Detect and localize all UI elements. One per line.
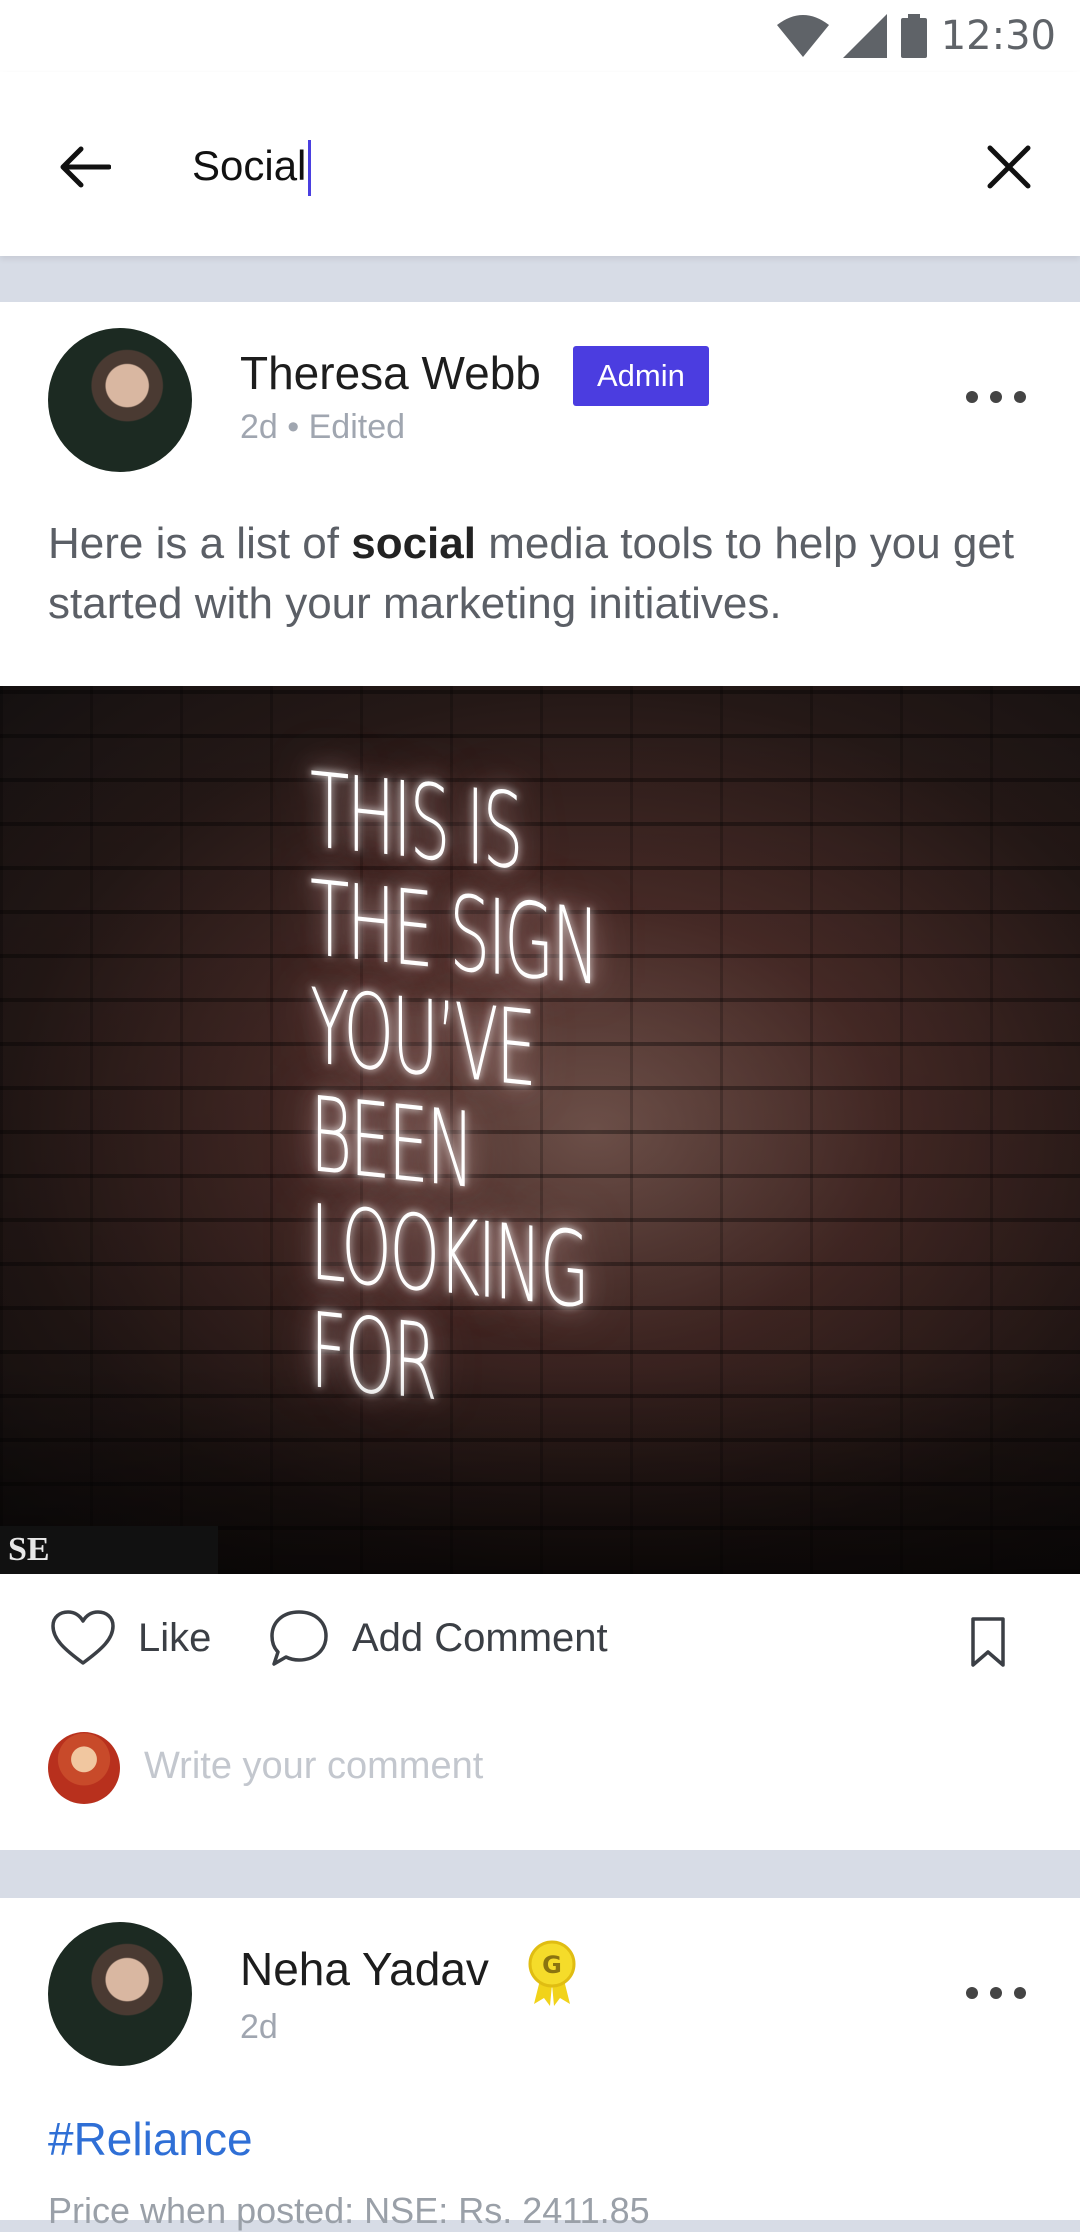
status-time: 12:30 <box>940 13 1056 59</box>
dot-icon <box>966 1987 978 1999</box>
admin-badge: Admin <box>573 346 709 406</box>
post-text-before: Here is a list of <box>48 519 352 568</box>
dot-icon <box>1014 391 1026 403</box>
hashtag-link[interactable]: #Reliance <box>48 2112 253 2166</box>
neon-sign: THIS IS THE SIGN YOU’VE BEEN LOOKING FOR <box>310 749 632 1438</box>
clear-search-button[interactable] <box>974 132 1044 202</box>
add-comment-label: Add Comment <box>352 1615 608 1660</box>
heart-icon <box>51 1610 115 1665</box>
wifi-icon <box>776 15 829 57</box>
like-button[interactable]: Like <box>50 1608 211 1668</box>
price-when-posted: Price when posted: NSE: Rs. 2411.85 <box>48 2190 650 2231</box>
status-icons: 12:30 <box>776 12 1056 60</box>
like-label: Like <box>138 1615 212 1660</box>
comment-bubble-icon <box>270 1610 328 1666</box>
post-meta: 2d <box>240 2008 278 2046</box>
post-text: Here is a list of social media tools to … <box>48 514 1038 634</box>
add-comment-button[interactable]: Add Comment <box>268 1608 608 1668</box>
status-bar: 12:30 <box>0 0 1080 72</box>
post-card: Neha Yadav G 2d #Reliance Price when pos… <box>0 1898 1080 2231</box>
battery-icon <box>900 14 927 58</box>
dot-icon <box>1014 1987 1026 1999</box>
dot-icon <box>990 1987 1002 1999</box>
comment-input[interactable] <box>144 1736 1024 1796</box>
author-name[interactable]: Theresa Webb <box>240 346 541 400</box>
jewelry-sign: SE JEWELRY <box>0 1526 218 1574</box>
search-input[interactable] <box>192 136 952 196</box>
author-name[interactable]: Neha Yadav <box>240 1942 489 1996</box>
text-caret <box>308 140 312 196</box>
close-icon <box>987 145 1031 189</box>
post-meta: 2d • Edited <box>240 408 406 446</box>
dot-icon <box>966 391 978 403</box>
back-button[interactable] <box>50 132 120 202</box>
dot-icon <box>990 391 1002 403</box>
neon-line: YOU’VE BEEN <box>310 965 535 1213</box>
post-card: Theresa Webb Admin 2d • Edited Here is a… <box>0 302 1080 1850</box>
gold-medal-icon: G <box>528 1940 576 2006</box>
search-header <box>0 72 1080 256</box>
post-actions: Like Add Comment <box>0 1574 1080 1704</box>
bookmark-icon[interactable] <box>970 1616 1006 1668</box>
post-image[interactable]: THIS IS THE SIGN YOU’VE BEEN LOOKING FOR… <box>0 686 1080 1574</box>
avatar[interactable] <box>48 1922 192 2066</box>
more-options-button[interactable] <box>966 1978 1026 2008</box>
more-options-button[interactable] <box>966 382 1026 412</box>
current-user-avatar <box>48 1732 120 1804</box>
arrow-left-icon <box>60 146 111 188</box>
medal-letter: G <box>542 1951 562 1979</box>
signal-icon <box>842 14 887 58</box>
search-highlight: social <box>351 519 476 568</box>
comment-row <box>0 1728 1080 1808</box>
avatar[interactable] <box>48 328 192 472</box>
